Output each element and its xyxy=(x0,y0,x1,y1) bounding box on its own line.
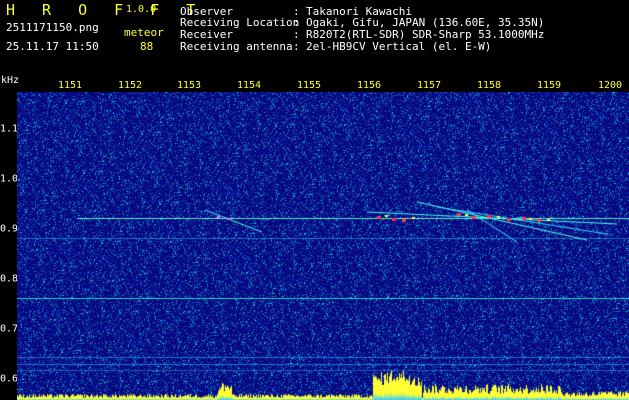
mode-label: meteor xyxy=(124,26,164,39)
field-label-antenna: Receiving antenna xyxy=(180,40,293,53)
x-tick-label: 1157 xyxy=(416,80,442,91)
x-tick-label: 1151 xyxy=(57,80,83,91)
x-tick-label: 1155 xyxy=(296,80,322,91)
field-label-location: Receiving Location xyxy=(180,16,300,29)
filename: 2511171150.png xyxy=(6,21,99,34)
field-sep: : xyxy=(293,16,300,29)
x-tick-label: 1158 xyxy=(476,80,502,91)
y-tick-label: 0.8 xyxy=(0,273,19,285)
field-value-receiver: R820T2(RTL-SDR) SDR-Sharp 53.1000MHz xyxy=(306,28,545,41)
field-label-receiver: Receiver xyxy=(180,28,233,41)
app-version: 1.0.0 xyxy=(126,4,157,15)
y-tick-label: 0.9 xyxy=(0,223,19,235)
y-tick-label: 0.6 xyxy=(0,373,19,385)
y-tick-label: 1.1 xyxy=(0,123,19,135)
x-tick-label: 1154 xyxy=(236,80,262,91)
field-value-antenna: 2el-HB9CV Vertical (el. E-W) xyxy=(306,40,492,53)
x-tick-label: 1156 xyxy=(356,80,382,91)
y-unit-label: kHz xyxy=(1,75,20,86)
y-tick-label: 0.7 xyxy=(0,323,19,335)
field-sep: : xyxy=(293,40,300,53)
x-tick-label: 1153 xyxy=(176,80,202,91)
echo-count: 88 xyxy=(140,40,154,53)
x-tick-label: 1152 xyxy=(117,80,143,91)
header-panel: H R O F F T 1.0.0 2511171150.png meteor … xyxy=(0,0,629,74)
field-sep: : xyxy=(293,28,300,41)
spectrogram-canvas xyxy=(17,92,629,400)
app-name: H R O F F T xyxy=(6,1,205,19)
datetime: 25.11.17 11:50 xyxy=(6,40,99,53)
y-tick-label: 1.0 xyxy=(0,173,19,185)
x-tick-label: 1159 xyxy=(536,80,562,91)
field-value-location: Ogaki, Gifu, JAPAN (136.60E, 35.35N) xyxy=(306,16,545,29)
x-tick-label: 1200 xyxy=(597,80,623,91)
